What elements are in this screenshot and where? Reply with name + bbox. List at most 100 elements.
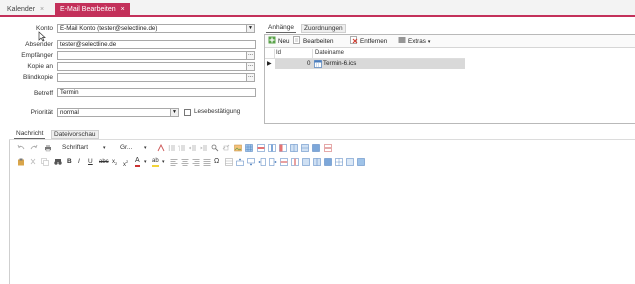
table-row-icon[interactable]	[257, 144, 265, 152]
clear-format-icon[interactable]	[157, 144, 165, 152]
close-icon[interactable]: ×	[40, 6, 44, 13]
font-color-icon[interactable]: A	[135, 157, 140, 167]
font-size-select[interactable]: Gr...	[120, 144, 132, 152]
highlight-color-icon[interactable]: ab	[152, 157, 159, 167]
tab-email-bearbeiten[interactable]: E-Mail Bearbeiten ×	[55, 3, 130, 16]
table-properties-icon[interactable]	[312, 144, 320, 152]
table-delete-icon[interactable]	[279, 144, 287, 152]
neu-button[interactable]: Neu	[268, 36, 290, 47]
entfernen-button[interactable]: Entfernen	[350, 36, 388, 47]
editor-toolbar-row-2: B I U abc x2 x2 A ▾ ab ▾ Ω	[14, 157, 434, 169]
image-icon[interactable]	[234, 144, 242, 152]
undo-icon[interactable]	[17, 144, 25, 152]
column-header-id[interactable]: Id	[276, 50, 281, 56]
tab-nachricht[interactable]: Nachricht	[14, 129, 46, 139]
prioritaet-label: Priorität	[30, 109, 53, 116]
empfaenger-browse-button[interactable]: ...	[246, 51, 255, 60]
absender-label: Absender	[25, 41, 53, 48]
insert-column-left-icon[interactable]	[258, 158, 266, 166]
table-borders-icon[interactable]	[346, 158, 354, 166]
insert-row-below-icon[interactable]	[247, 158, 255, 166]
add-icon	[268, 36, 276, 44]
superscript-icon[interactable]: x2	[123, 158, 128, 169]
print-icon[interactable]	[44, 144, 52, 152]
kopie-browse-button[interactable]: ...	[246, 62, 255, 71]
column-header-dateiname[interactable]: Dateiname	[315, 50, 344, 56]
align-left-icon[interactable]	[170, 158, 178, 166]
numbered-list-icon[interactable]	[178, 144, 186, 152]
binoculars-icon[interactable]	[54, 158, 62, 166]
empfaenger-field[interactable]	[57, 51, 247, 60]
find-replace-icon[interactable]	[211, 144, 219, 152]
attachments-panel: Neu Bearbeiten Entfernen Extras ▾ Id Date…	[264, 34, 635, 124]
blindkopie-browse-button[interactable]: ...	[246, 73, 255, 82]
prioritaet-select[interactable]: normal	[57, 108, 171, 117]
indent-icon[interactable]	[200, 144, 208, 152]
entfernen-label: Entfernen	[360, 38, 388, 45]
insert-column-right-icon[interactable]	[269, 158, 277, 166]
extras-label: Extras	[408, 38, 426, 45]
editor-toolbar-row-1: Schriftart ▾ Gr... ▾	[14, 143, 414, 153]
bullet-list-icon[interactable]	[168, 144, 176, 152]
row-id: 0	[307, 60, 311, 67]
cut-icon[interactable]	[29, 158, 37, 166]
table-insert-icon[interactable]	[245, 144, 253, 152]
absender-field[interactable]: tester@selectline.de	[57, 40, 256, 49]
tab-kalender[interactable]: Kalender ×	[2, 3, 49, 16]
subscript-icon[interactable]: x2	[112, 158, 117, 168]
merge-cells-icon[interactable]	[302, 158, 310, 166]
lesebestaetigung-checkbox[interactable]	[184, 109, 191, 116]
horizontal-rule-icon[interactable]	[324, 144, 332, 152]
chevron-down-icon[interactable]: ▾	[162, 158, 165, 166]
redo-icon[interactable]	[30, 144, 38, 152]
betreff-field[interactable]: Termin	[57, 88, 256, 97]
bearbeiten-button[interactable]: Bearbeiten	[293, 36, 334, 47]
italic-icon[interactable]: I	[78, 158, 80, 166]
underline-icon[interactable]: U	[88, 158, 93, 166]
table-split-icon[interactable]	[301, 144, 309, 152]
align-right-icon[interactable]	[192, 158, 200, 166]
chevron-down-icon[interactable]: ▾	[144, 158, 147, 166]
attachments-toolbar: Neu Bearbeiten Entfernen Extras ▾	[265, 35, 635, 48]
special-character-icon[interactable]: Ω	[214, 158, 219, 166]
chevron-down-icon[interactable]: ▾	[144, 144, 147, 152]
cell-properties-icon[interactable]	[324, 158, 332, 166]
chevron-down-icon[interactable]: ▾	[103, 144, 106, 152]
delete-icon	[350, 36, 358, 45]
insert-table-icon[interactable]	[225, 158, 233, 166]
table-row[interactable]: 0 Termin-6.ics	[275, 59, 465, 69]
blindkopie-label: Blindkopie	[23, 74, 53, 81]
copy-icon[interactable]	[41, 158, 49, 166]
strikethrough-icon[interactable]: abc	[99, 158, 109, 166]
blindkopie-field[interactable]	[57, 73, 247, 82]
close-icon[interactable]: ×	[121, 6, 125, 13]
outdent-icon[interactable]	[189, 144, 197, 152]
table-column-icon[interactable]	[268, 144, 276, 152]
table-grid-icon[interactable]	[335, 158, 343, 166]
kopie-label: Kopie an	[27, 63, 53, 70]
tab-anhaenge[interactable]: Anhänge	[266, 23, 297, 33]
table-shading-icon[interactable]	[357, 158, 365, 166]
align-center-icon[interactable]	[181, 158, 189, 166]
delete-row-icon[interactable]	[280, 158, 288, 166]
konto-select[interactable]: E-Mail Konto (tester@selectline.de)	[57, 24, 247, 33]
table-merge-icon[interactable]	[290, 144, 298, 152]
tab-zuordnungen[interactable]: Zuordnungen	[301, 24, 346, 33]
insert-row-above-icon[interactable]	[236, 158, 244, 166]
link-icon[interactable]	[222, 144, 230, 152]
bearbeiten-label: Bearbeiten	[303, 38, 334, 45]
chevron-down-icon[interactable]: ▼	[246, 24, 255, 33]
font-name-select[interactable]: Schriftart	[62, 144, 88, 152]
row-selector-icon: ▶	[267, 61, 272, 67]
bold-icon[interactable]: B	[67, 158, 72, 166]
paste-icon[interactable]	[17, 158, 25, 166]
delete-column-icon[interactable]	[291, 158, 299, 166]
extras-menu[interactable]: Extras ▾	[398, 37, 430, 47]
kopie-field[interactable]	[57, 62, 247, 71]
edit-icon	[293, 36, 300, 45]
tab-dateivorschau[interactable]: Dateivorschau	[51, 130, 99, 139]
tab-email-label: E-Mail Bearbeiten	[60, 6, 116, 13]
justify-icon[interactable]	[203, 158, 211, 166]
chevron-down-icon[interactable]: ▼	[170, 108, 179, 117]
split-cells-icon[interactable]	[313, 158, 321, 166]
